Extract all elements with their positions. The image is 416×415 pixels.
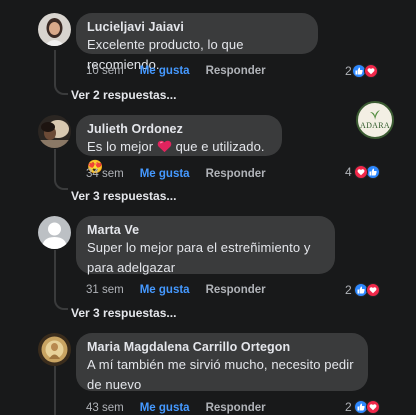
comment-bubble: Lucieljavi Jaiavi Excelente producto, lo… xyxy=(76,13,318,72)
comment-author[interactable]: Marta Ve xyxy=(87,222,323,238)
comment-text: A mí también me sirvió mucho, necesito p… xyxy=(87,357,354,392)
reaction-summary[interactable]: 2 xyxy=(345,63,378,79)
thread-connector xyxy=(54,178,68,190)
page-logo[interactable]: ADARA xyxy=(356,101,394,139)
heart-emoji-icon xyxy=(157,139,172,153)
comment-bubble: Julieth Ordonez Es lo mejor que e utiliz… xyxy=(76,115,282,174)
avatar[interactable] xyxy=(38,333,71,366)
comment-bubble: Maria Magdalena Carrillo Ortegon A mí ta… xyxy=(76,333,368,392)
comment-author[interactable]: Lucieljavi Jaiavi xyxy=(87,19,306,35)
like-button[interactable]: Me gusta xyxy=(140,284,190,296)
reaction-summary[interactable]: 2 xyxy=(345,399,380,415)
love-reaction-icon xyxy=(365,400,380,414)
thread-line xyxy=(54,366,56,415)
love-reaction-icon xyxy=(353,165,368,179)
reaction-count: 2 xyxy=(345,64,352,78)
reaction-summary[interactable]: 2 xyxy=(345,282,380,298)
reply-button[interactable]: Responder xyxy=(206,402,266,414)
view-replies-link[interactable]: Ver 3 respuestas... xyxy=(71,189,176,203)
love-reaction-icon xyxy=(365,283,380,297)
reply-button[interactable]: Responder xyxy=(206,284,266,296)
comment-author[interactable]: Julieth Ordonez xyxy=(87,121,270,137)
comment-timestamp[interactable]: 31 sem xyxy=(86,284,124,296)
comment-actions: 31 sem Me gusta Responder xyxy=(86,282,282,298)
love-reaction-icon xyxy=(363,64,378,78)
reaction-count: 2 xyxy=(345,400,352,414)
thread-connector xyxy=(54,298,68,310)
view-replies-link[interactable]: Ver 2 respuestas... xyxy=(71,88,176,102)
default-avatar-icon[interactable] xyxy=(38,216,71,249)
like-button[interactable]: Me gusta xyxy=(140,168,190,180)
reply-button[interactable]: Responder xyxy=(206,65,266,77)
thread-line xyxy=(54,250,56,300)
reaction-summary[interactable]: 4 xyxy=(345,164,380,180)
avatar[interactable] xyxy=(38,13,71,46)
comment-timestamp[interactable]: 10 sem xyxy=(86,65,124,77)
page-logo-text: ADARA xyxy=(360,121,390,130)
view-replies-link[interactable]: Ver 3 respuestas... xyxy=(71,306,176,320)
reaction-count: 2 xyxy=(345,283,352,297)
comment-bubble: Marta Ve Super lo mejor para el estreñim… xyxy=(76,216,335,275)
thread-line xyxy=(54,149,56,180)
like-button[interactable]: Me gusta xyxy=(140,402,190,414)
reaction-count: 4 xyxy=(345,165,352,179)
comment-text: Super lo mejor para el estreñimiento y p… xyxy=(87,240,311,275)
comment-text-part: Es lo mejor xyxy=(87,139,154,154)
leaf-icon xyxy=(370,110,380,120)
like-reaction-icon xyxy=(365,165,380,179)
thread-connector xyxy=(54,83,68,95)
avatar[interactable] xyxy=(38,115,71,148)
comment-actions: 34 sem Me gusta Responder xyxy=(86,166,282,182)
comment-text-part: que e utilizado. xyxy=(175,139,265,154)
comment-timestamp[interactable]: 34 sem xyxy=(86,168,124,180)
comment-author[interactable]: Maria Magdalena Carrillo Ortegon xyxy=(87,339,356,355)
reply-button[interactable]: Responder xyxy=(206,168,266,180)
comment-actions: 10 sem Me gusta Responder xyxy=(86,63,282,79)
like-button[interactable]: Me gusta xyxy=(140,65,190,77)
comment-actions: 43 sem Me gusta Responder xyxy=(86,400,282,415)
thread-line xyxy=(54,50,56,85)
comment-timestamp[interactable]: 43 sem xyxy=(86,402,124,414)
